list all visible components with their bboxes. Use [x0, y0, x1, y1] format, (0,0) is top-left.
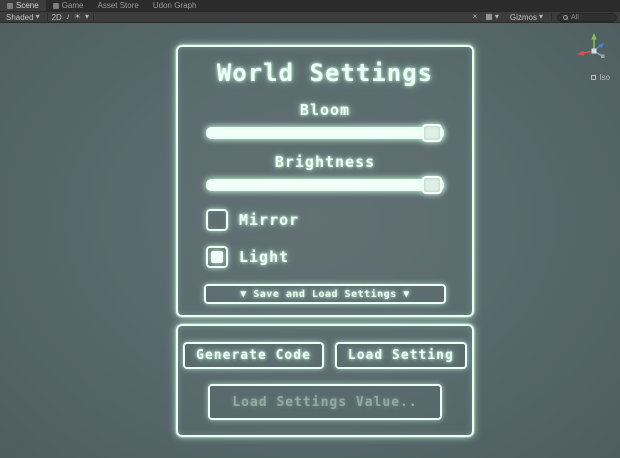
scene-viewport[interactable]: World Settings Bloom Brightness Mirror L… — [0, 23, 620, 458]
tab-label: Scene — [16, 1, 39, 10]
tab-udon-graph[interactable]: Udon Graph — [146, 0, 204, 11]
mirror-checkbox-row[interactable]: Mirror — [206, 209, 299, 231]
bloom-label: Bloom — [299, 101, 351, 119]
projection-mode-label[interactable]: Iso — [591, 73, 610, 82]
gizmos-label: Gizmos — [509, 12, 537, 22]
light-checkbox-label: Light — [239, 248, 290, 266]
bloom-slider-handle[interactable] — [422, 124, 442, 142]
save-load-panel: Generate Code Load Setting Load Settings… — [176, 324, 474, 437]
toolbar-divider — [551, 13, 552, 21]
checkmark-fill — [211, 251, 223, 263]
toolbar-divider — [93, 13, 95, 21]
tab-bar: Scene Game Asset Store Udon Graph — [0, 0, 620, 11]
scene-search-box[interactable] — [557, 12, 617, 22]
world-settings-panel: World Settings Bloom Brightness Mirror L… — [176, 45, 474, 317]
toolbar-divider — [46, 13, 48, 21]
shading-mode-dropdown[interactable]: Shaded ▾ — [3, 13, 43, 22]
camera-grid-dropdown[interactable]: ▦ ▾ — [482, 13, 502, 21]
brightness-slider-fill — [208, 181, 442, 189]
search-icon — [563, 14, 568, 20]
game-tab-icon — [52, 2, 59, 9]
tab-label: Asset Store — [97, 1, 139, 10]
save-load-button-row: Generate Code Load Setting — [183, 342, 467, 369]
tab-asset-store[interactable]: Asset Store — [90, 0, 145, 11]
iso-text: Iso — [599, 73, 610, 82]
chevron-down-icon: ▾ — [538, 12, 543, 21]
brightness-slider-handle[interactable] — [422, 176, 442, 194]
load-settings-value-field[interactable]: Load Settings Value.. — [208, 384, 442, 420]
effects-dropdown-icon[interactable]: ▾ — [85, 13, 89, 21]
mirror-checkbox[interactable] — [206, 209, 228, 231]
scene-toolbar: Shaded ▾ 2D ♪ ☀ ▾ × ▦ ▾ Gizmos ▾ — [0, 11, 620, 23]
mirror-checkbox-label: Mirror — [239, 211, 300, 229]
tab-label: Game — [61, 1, 84, 10]
tab-scene[interactable]: Scene — [0, 0, 46, 11]
generate-code-button[interactable]: Generate Code — [183, 342, 324, 369]
load-setting-button[interactable]: Load Setting — [334, 342, 467, 369]
tab-game[interactable]: Game — [46, 0, 91, 11]
brightness-label: Brightness — [274, 153, 376, 171]
axis-orientation-gizmo[interactable] — [572, 29, 616, 73]
bloom-slider[interactable] — [206, 124, 444, 142]
effects-icon[interactable]: ☀ — [74, 13, 81, 21]
tab-label: Udon Graph — [152, 1, 197, 10]
toggle-2d-button[interactable]: 2D — [52, 13, 62, 22]
audio-icon[interactable]: ♪ — [66, 13, 70, 21]
chevron-down-icon: ▾ — [35, 12, 40, 21]
grid-icon: ▦ — [485, 12, 493, 21]
iso-cube-icon — [591, 75, 597, 80]
save-and-load-settings-button[interactable]: ▼ Save and Load Settings ▼ — [204, 284, 446, 304]
tools-icon[interactable]: × — [473, 13, 478, 21]
chevron-down-icon: ▾ — [494, 12, 499, 21]
unity-editor-window: Scene Game Asset Store Udon Graph Shaded… — [0, 0, 620, 458]
shading-mode-label: Shaded — [6, 12, 34, 22]
light-checkbox-row[interactable]: Light — [206, 246, 299, 268]
bloom-slider-fill — [208, 129, 442, 137]
gizmos-dropdown[interactable]: Gizmos ▾ — [507, 13, 546, 22]
scene-tab-icon — [7, 2, 13, 9]
panel-title: World Settings — [216, 59, 434, 87]
light-checkbox[interactable] — [206, 246, 228, 268]
brightness-slider[interactable] — [206, 176, 444, 194]
checkbox-group: Mirror Light — [206, 209, 299, 268]
search-input[interactable] — [571, 13, 611, 21]
